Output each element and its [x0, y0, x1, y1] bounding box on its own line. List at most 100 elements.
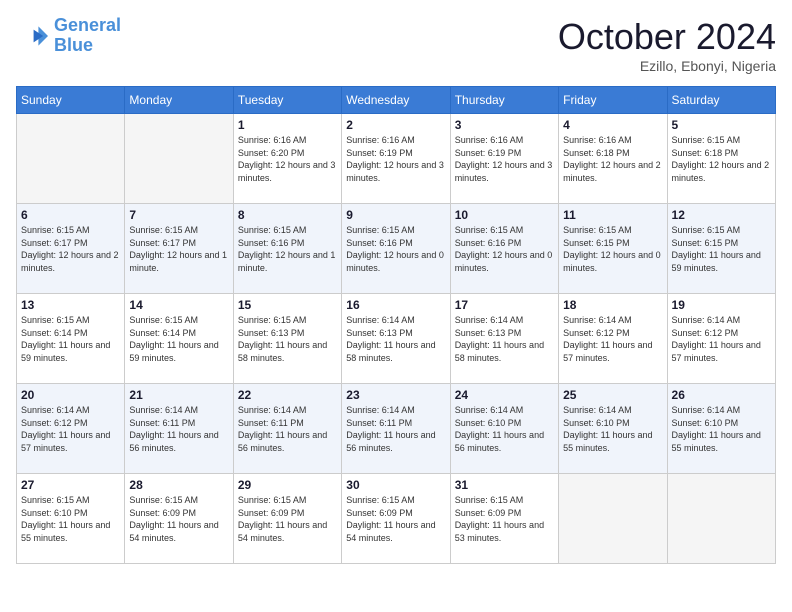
day-number: 13: [21, 298, 120, 312]
cell-info: Sunrise: 6:15 AM Sunset: 6:15 PM Dayligh…: [672, 224, 771, 274]
day-number: 5: [672, 118, 771, 132]
calendar-cell: 23 Sunrise: 6:14 AM Sunset: 6:11 PM Dayli…: [342, 384, 450, 474]
day-number: 30: [346, 478, 445, 492]
calendar-cell: 10 Sunrise: 6:15 AM Sunset: 6:16 PM Dayli…: [450, 204, 558, 294]
calendar-cell: 19 Sunrise: 6:14 AM Sunset: 6:12 PM Dayli…: [667, 294, 775, 384]
logo-icon: [16, 20, 48, 52]
day-number: 3: [455, 118, 554, 132]
cell-info: Sunrise: 6:15 AM Sunset: 6:17 PM Dayligh…: [21, 224, 120, 274]
day-header-monday: Monday: [125, 87, 233, 114]
calendar-cell: 16 Sunrise: 6:14 AM Sunset: 6:13 PM Dayli…: [342, 294, 450, 384]
cell-info: Sunrise: 6:15 AM Sunset: 6:14 PM Dayligh…: [21, 314, 120, 364]
cell-info: Sunrise: 6:14 AM Sunset: 6:11 PM Dayligh…: [129, 404, 228, 454]
cell-info: Sunrise: 6:14 AM Sunset: 6:10 PM Dayligh…: [455, 404, 554, 454]
day-number: 25: [563, 388, 662, 402]
calendar-cell: [667, 474, 775, 564]
day-number: 19: [672, 298, 771, 312]
day-header-tuesday: Tuesday: [233, 87, 341, 114]
day-number: 2: [346, 118, 445, 132]
day-number: 8: [238, 208, 337, 222]
day-number: 7: [129, 208, 228, 222]
calendar-cell: 6 Sunrise: 6:15 AM Sunset: 6:17 PM Daylig…: [17, 204, 125, 294]
calendar-cell: 17Sunrise: 6:14 AM Sunset: 6:13 PM Dayli…: [450, 294, 558, 384]
calendar-week-row: 1 Sunrise: 6:16 AM Sunset: 6:20 PM Daylig…: [17, 114, 776, 204]
day-number: 31: [455, 478, 554, 492]
day-number: 18: [563, 298, 662, 312]
calendar-cell: 18 Sunrise: 6:14 AM Sunset: 6:12 PM Dayli…: [559, 294, 667, 384]
cell-info: Sunrise: 6:16 AM Sunset: 6:20 PM Dayligh…: [238, 134, 337, 184]
cell-info: Sunrise: 6:14 AM Sunset: 6:12 PM Dayligh…: [563, 314, 662, 364]
cell-info: Sunrise: 6:14 AM Sunset: 6:10 PM Dayligh…: [563, 404, 662, 454]
logo-text: General Blue: [54, 16, 121, 56]
calendar-cell: 20 Sunrise: 6:14 AM Sunset: 6:12 PM Dayli…: [17, 384, 125, 474]
day-number: 14: [129, 298, 228, 312]
day-number: 27: [21, 478, 120, 492]
cell-info: Sunrise: 6:15 AM Sunset: 6:13 PM Dayligh…: [238, 314, 337, 364]
calendar-cell: 1 Sunrise: 6:16 AM Sunset: 6:20 PM Daylig…: [233, 114, 341, 204]
day-header-saturday: Saturday: [667, 87, 775, 114]
day-number: 24: [455, 388, 554, 402]
cell-info: Sunrise: 6:15 AM Sunset: 6:14 PM Dayligh…: [129, 314, 228, 364]
calendar-cell: 5 Sunrise: 6:15 AM Sunset: 6:18 PM Daylig…: [667, 114, 775, 204]
logo-line1: General: [54, 15, 121, 35]
day-number: 29: [238, 478, 337, 492]
calendar-cell: 15Sunrise: 6:15 AM Sunset: 6:13 PM Dayli…: [233, 294, 341, 384]
cell-info: Sunrise: 6:15 AM Sunset: 6:09 PM Dayligh…: [129, 494, 228, 544]
cell-info: Sunrise: 6:14 AM Sunset: 6:11 PM Dayligh…: [346, 404, 445, 454]
title-section: October 2024 Ezillo, Ebonyi, Nigeria: [558, 16, 776, 74]
calendar-cell: 25 Sunrise: 6:14 AM Sunset: 6:10 PM Dayli…: [559, 384, 667, 474]
calendar-cell: 3Sunrise: 6:16 AM Sunset: 6:19 PM Daylig…: [450, 114, 558, 204]
day-number: 28: [129, 478, 228, 492]
month-title: October 2024: [558, 16, 776, 58]
cell-info: Sunrise: 6:15 AM Sunset: 6:16 PM Dayligh…: [238, 224, 337, 274]
calendar-cell: 24 Sunrise: 6:14 AM Sunset: 6:10 PM Dayli…: [450, 384, 558, 474]
calendar-cell: 8 Sunrise: 6:15 AM Sunset: 6:16 PM Daylig…: [233, 204, 341, 294]
day-number: 4: [563, 118, 662, 132]
calendar-week-row: 13 Sunrise: 6:15 AM Sunset: 6:14 PM Dayli…: [17, 294, 776, 384]
cell-info: Sunrise: 6:14 AM Sunset: 6:12 PM Dayligh…: [672, 314, 771, 364]
day-number: 21: [129, 388, 228, 402]
day-number: 17: [455, 298, 554, 312]
calendar-cell: 28 Sunrise: 6:15 AM Sunset: 6:09 PM Dayli…: [125, 474, 233, 564]
calendar-cell: 14 Sunrise: 6:15 AM Sunset: 6:14 PM Dayli…: [125, 294, 233, 384]
day-number: 12: [672, 208, 771, 222]
calendar-cell: [125, 114, 233, 204]
calendar-cell: 11Sunrise: 6:15 AM Sunset: 6:15 PM Dayli…: [559, 204, 667, 294]
cell-info: Sunrise: 6:14 AM Sunset: 6:10 PM Dayligh…: [672, 404, 771, 454]
page-header: General Blue October 2024 Ezillo, Ebonyi…: [16, 16, 776, 74]
day-number: 1: [238, 118, 337, 132]
calendar-cell: 4 Sunrise: 6:16 AM Sunset: 6:18 PM Daylig…: [559, 114, 667, 204]
day-number: 22: [238, 388, 337, 402]
cell-info: Sunrise: 6:14 AM Sunset: 6:13 PM Dayligh…: [346, 314, 445, 364]
calendar-cell: 7 Sunrise: 6:15 AM Sunset: 6:17 PM Daylig…: [125, 204, 233, 294]
calendar: SundayMondayTuesdayWednesdayThursdayFrid…: [16, 86, 776, 564]
day-number: 10: [455, 208, 554, 222]
cell-info: Sunrise: 6:15 AM Sunset: 6:18 PM Dayligh…: [672, 134, 771, 184]
cell-info: Sunrise: 6:16 AM Sunset: 6:19 PM Dayligh…: [346, 134, 445, 184]
cell-info: Sunrise: 6:15 AM Sunset: 6:09 PM Dayligh…: [346, 494, 445, 544]
day-header-thursday: Thursday: [450, 87, 558, 114]
cell-info: Sunrise: 6:15 AM Sunset: 6:16 PM Dayligh…: [455, 224, 554, 274]
calendar-cell: 2 Sunrise: 6:16 AM Sunset: 6:19 PM Daylig…: [342, 114, 450, 204]
day-number: 9: [346, 208, 445, 222]
calendar-cell: 27 Sunrise: 6:15 AM Sunset: 6:10 PM Dayli…: [17, 474, 125, 564]
cell-info: Sunrise: 6:15 AM Sunset: 6:10 PM Dayligh…: [21, 494, 120, 544]
day-number: 6: [21, 208, 120, 222]
calendar-cell: [17, 114, 125, 204]
cell-info: Sunrise: 6:15 AM Sunset: 6:16 PM Dayligh…: [346, 224, 445, 274]
day-header-wednesday: Wednesday: [342, 87, 450, 114]
day-number: 26: [672, 388, 771, 402]
cell-info: Sunrise: 6:14 AM Sunset: 6:11 PM Dayligh…: [238, 404, 337, 454]
calendar-cell: [559, 474, 667, 564]
location: Ezillo, Ebonyi, Nigeria: [558, 58, 776, 74]
day-number: 16: [346, 298, 445, 312]
cell-info: Sunrise: 6:15 AM Sunset: 6:17 PM Dayligh…: [129, 224, 228, 274]
cell-info: Sunrise: 6:14 AM Sunset: 6:12 PM Dayligh…: [21, 404, 120, 454]
calendar-cell: 22 Sunrise: 6:14 AM Sunset: 6:11 PM Dayli…: [233, 384, 341, 474]
day-number: 23: [346, 388, 445, 402]
cell-info: Sunrise: 6:16 AM Sunset: 6:18 PM Dayligh…: [563, 134, 662, 184]
calendar-cell: 21 Sunrise: 6:14 AM Sunset: 6:11 PM Dayli…: [125, 384, 233, 474]
calendar-cell: 29Sunrise: 6:15 AM Sunset: 6:09 PM Dayli…: [233, 474, 341, 564]
calendar-cell: 13 Sunrise: 6:15 AM Sunset: 6:14 PM Dayli…: [17, 294, 125, 384]
day-number: 20: [21, 388, 120, 402]
